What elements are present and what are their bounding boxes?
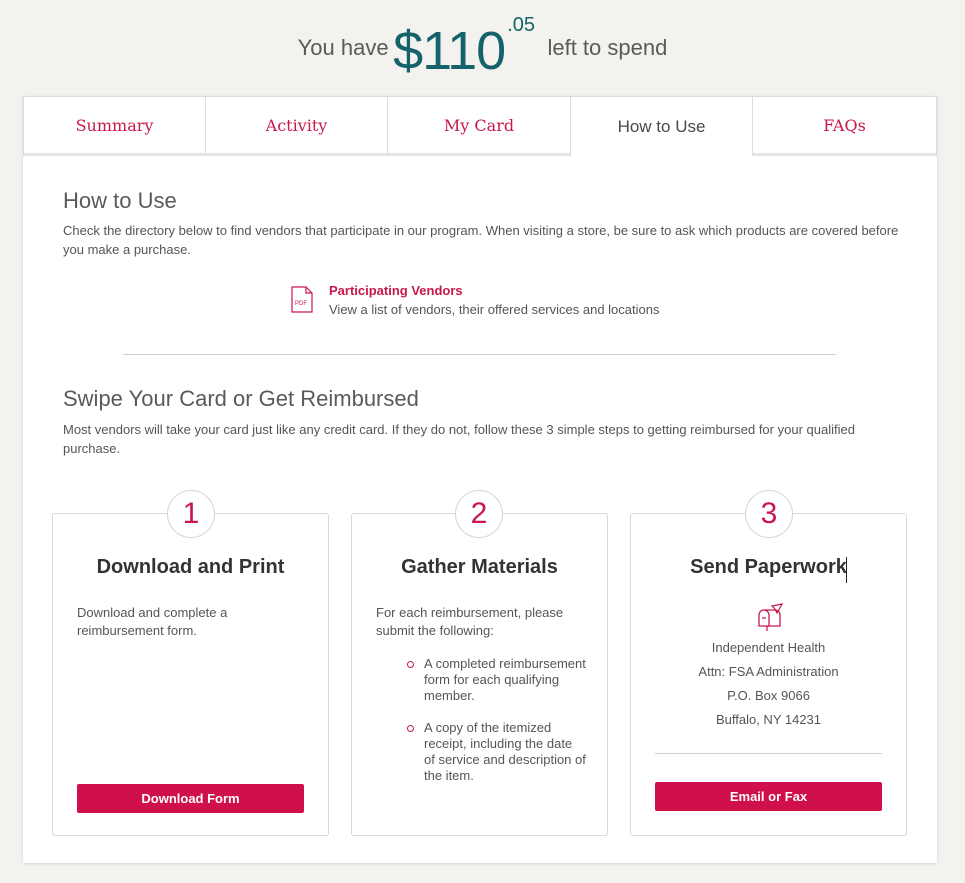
tab-faqs[interactable]: FAQs [752,96,937,156]
step-card-gather: 2 Gather Materials For each reimbursemen… [351,490,608,836]
balance-banner: You have $110.05 left to spend [0,14,965,82]
bullet-icon [407,661,414,668]
list-item: A completed reimbursement form for each … [407,656,586,704]
address-line: Buffalo, NY 14231 [715,712,822,727]
vendor-description: View a list of vendors, their offered se… [329,302,660,317]
tab-bar: Summary Activity My Card How to Use FAQs [23,96,937,156]
address-line: P.O. Box 9066 [727,688,810,703]
list-item: A copy of the itemized receipt, includin… [407,720,586,784]
pdf-icon-label: PDF [295,301,307,307]
mailbox-icon [758,603,784,631]
email-or-fax-button[interactable]: Email or Fax [655,782,882,811]
balance-dollars: $110 [393,21,506,81]
step-number: 1 [167,490,215,538]
balance-suffix: left to spend [547,35,668,60]
step-card-download: 1 Download and Print Download and comple… [52,490,329,836]
step-title: Gather Materials [401,556,558,578]
how-to-use-heading: How to Use [63,188,177,213]
tab-activity[interactable]: Activity [205,96,388,156]
list-item-text: A copy of the itemized receipt, includin… [424,720,586,783]
mailing-address: Independent Health Attn: FSA Administrat… [631,636,906,732]
step-card-send: 3 Send Paperwork Independent Health Attn… [630,490,907,836]
swipe-description: Most vendors will take your card just li… [63,422,855,456]
card-divider [655,753,882,754]
step-number: 2 [455,490,503,538]
swipe-heading: Swipe Your Card or Get Reimbursed [63,386,419,411]
tab-how-to-use[interactable]: How to Use [570,96,753,156]
download-form-button[interactable]: Download Form [77,784,304,813]
step-text: For each reimbursement, please submit th… [376,605,564,638]
bullet-icon [407,725,414,732]
section-divider [123,354,836,355]
list-item-text: A completed reimbursement form for each … [424,656,586,703]
how-to-use-description: Check the directory below to find vendor… [63,223,899,257]
step-number: 3 [745,490,793,538]
step-title: Send Paperwork [690,556,847,578]
text-cursor [846,557,847,583]
participating-vendors-link[interactable]: Participating Vendors [329,283,463,298]
materials-list: A completed reimbursement form for each … [407,656,586,800]
tab-my-card[interactable]: My Card [387,96,571,156]
main-panel: Summary Activity My Card How to Use FAQs… [23,96,937,863]
pdf-icon[interactable]: PDF [291,286,313,313]
tab-summary[interactable]: Summary [23,96,206,156]
address-line: Independent Health [711,640,826,655]
balance-prefix: You have [297,35,389,60]
step-title: Download and Print [96,556,285,578]
address-line: Attn: FSA Administration [698,664,839,679]
step-text: Download and complete a reimbursement fo… [77,605,228,638]
balance-cents: .05 [507,14,535,36]
